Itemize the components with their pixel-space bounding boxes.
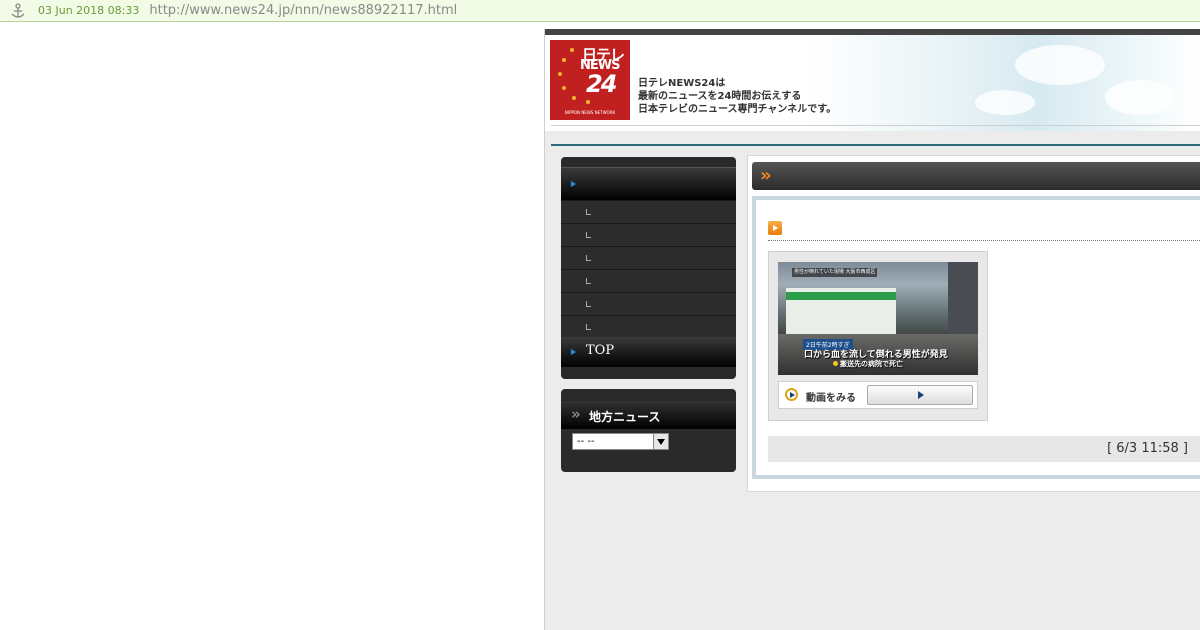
local-news-title: 地方ニュース [589, 410, 661, 424]
watch-video-label: 動画をみる [806, 393, 856, 404]
video-thumbnail[interactable]: 男性が倒れていた現場 大阪市西成区 2日午前2時すぎ 口から血を流して倒れる男性… [778, 262, 978, 375]
thumb-caption-top: 男性が倒れていた現場 大阪市西成区 [792, 268, 878, 277]
tree-branch-icon [586, 278, 591, 284]
world-map-shape [1105, 80, 1175, 115]
article-frame: 男性が倒れていた現場 大阪市西成区 2日午前2時すぎ 口から血を流して倒れる男性… [752, 196, 1200, 479]
nav-top-link[interactable]: TOP [561, 337, 736, 367]
logo-small-text: NIPPON NEWS NETWORK [564, 110, 616, 115]
timestamp-bar: [ 6/3 11:58 ] [768, 436, 1200, 462]
news-page: 日テレ NEWS 24 NIPPON NEWS NETWORK 日テレNEWS2… [544, 29, 1200, 630]
play-badge-icon [768, 221, 782, 235]
archive-date[interactable]: 03 Jun 2018 08:33 [38, 4, 139, 17]
article-panel: » 男性が倒れていた現場 大阪市西成区 2日午前2時すぎ 口から血を流して倒れる… [747, 155, 1200, 492]
tree-branch-icon [586, 255, 591, 261]
tagline-line: 日本テレビのニュース専門チャンネルです。 [638, 104, 837, 115]
local-news-box: » 地方ニュース -- -- [561, 389, 736, 472]
arrow-right-icon [571, 181, 576, 187]
logo-line3: 24 [586, 70, 617, 98]
region-select-value: -- -- [577, 436, 595, 447]
wayback-anchor-icon[interactable] [9, 2, 27, 20]
nav-top-label: TOP [586, 343, 615, 358]
nav-subitem[interactable] [561, 269, 736, 293]
article-timestamp: [ 6/3 11:58 ] [1107, 441, 1188, 456]
tree-branch-icon [586, 301, 591, 307]
video-play-icon [785, 388, 798, 401]
thumb-store-sign [786, 292, 896, 300]
title-underline [768, 240, 1200, 241]
nav-subitem[interactable] [561, 315, 736, 339]
nav-category-header[interactable] [561, 167, 736, 200]
double-chevron-icon: » [760, 165, 771, 186]
play-button[interactable] [867, 385, 973, 405]
site-header: 日テレ NEWS 24 NIPPON NEWS NETWORK 日テレNEWS2… [545, 35, 1200, 131]
video-box: 男性が倒れていた現場 大阪市西成区 2日午前2時すぎ 口から血を流して倒れる男性… [768, 251, 988, 421]
world-map-shape [975, 90, 1035, 115]
world-map-shape [1015, 45, 1105, 85]
dropdown-arrow-icon[interactable] [653, 434, 668, 449]
tagline-line: 最新のニュースを24時間お伝えする [638, 91, 802, 102]
site-logo[interactable]: 日テレ NEWS 24 NIPPON NEWS NETWORK [550, 40, 630, 120]
archive-url[interactable]: http://www.news24.jp/nnn/news88922117.ht… [149, 3, 457, 18]
nav-subitem[interactable] [561, 246, 736, 270]
watch-video-strip: 動画をみる [778, 381, 978, 409]
local-news-header: » 地方ニュース [561, 401, 736, 429]
tree-branch-icon [586, 209, 591, 215]
region-select[interactable]: -- -- [572, 433, 669, 450]
tree-branch-icon [586, 324, 591, 330]
teal-divider [551, 144, 1200, 146]
tagline-line: 日テレNEWS24は [638, 78, 726, 89]
header-tagline: 日テレNEWS24は 最新のニュースを24時間お伝えする 日本テレビのニュース専… [638, 77, 836, 116]
archive-toolbar: 03 Jun 2018 08:33 http://www.news24.jp/n… [0, 0, 1200, 22]
article-header-bar: » [752, 162, 1200, 190]
arrow-right-icon [571, 349, 576, 355]
double-chevron-icon: » [571, 405, 581, 423]
nav-subitem[interactable] [561, 292, 736, 316]
thumb-caption-sub: 搬送先の病院で死亡 [833, 359, 903, 369]
nav-subitem[interactable] [561, 200, 736, 224]
left-navigation: TOP [561, 157, 736, 379]
tree-branch-icon [586, 232, 591, 238]
header-divider [551, 125, 1200, 126]
nav-subitem[interactable] [561, 223, 736, 247]
